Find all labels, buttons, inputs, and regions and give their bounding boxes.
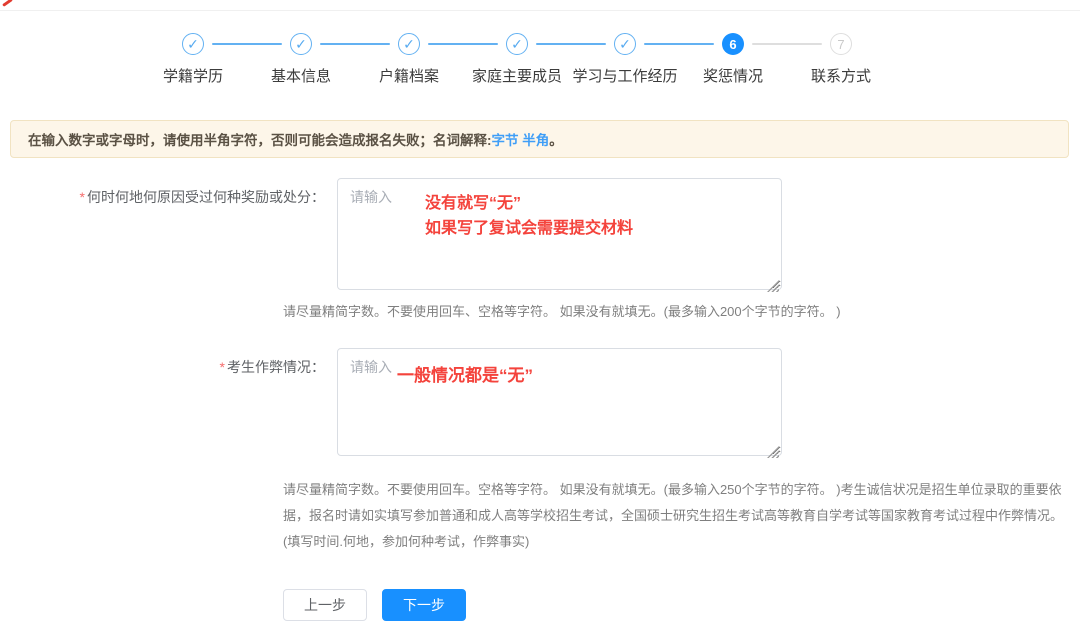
step-label: 学籍学历 bbox=[163, 65, 223, 86]
stepper-step-7[interactable]: 7 联系方式 bbox=[787, 33, 895, 86]
next-step-button[interactable]: 下一步 bbox=[382, 589, 466, 621]
top-divider bbox=[0, 10, 1080, 11]
check-icon: ✓ bbox=[506, 33, 528, 55]
stepper-step-1[interactable]: ✓ 学籍学历 bbox=[139, 33, 247, 86]
step-connector bbox=[536, 43, 606, 45]
step-label: 基本信息 bbox=[271, 65, 331, 86]
step-connector bbox=[320, 43, 390, 45]
cheating-record-textarea[interactable] bbox=[337, 348, 782, 456]
glossary-link-byte[interactable]: 字节 bbox=[492, 129, 519, 149]
field-row-cheating-record: *考生作弊情况： 一般情况都是“无” bbox=[0, 348, 782, 461]
notice-text: 在输入数字或字母时，请使用半角字符，否则可能会造成报名失败；名词解释: bbox=[28, 129, 492, 149]
step-label: 学习与工作经历 bbox=[572, 65, 677, 86]
field-row-rewards-punishments: *何时何地何原因受过何种奖励或处分： 没有就写“无” 如果写了复试会需要提交材料 bbox=[0, 178, 782, 295]
step-label: 奖惩情况 bbox=[703, 65, 763, 86]
rewards-punishments-textarea[interactable] bbox=[337, 178, 782, 290]
step-connector bbox=[212, 43, 282, 45]
notice-text-end: 。 bbox=[549, 129, 563, 149]
step-connector bbox=[428, 43, 498, 45]
step-label: 联系方式 bbox=[811, 65, 871, 86]
step-number: 6 bbox=[722, 33, 744, 55]
required-asterisk: * bbox=[220, 359, 225, 375]
field-help-text: 请尽量精简字数。不要使用回车、空格等字符。 如果没有就填无。(最多输入200个字… bbox=[283, 299, 983, 325]
check-icon: ✓ bbox=[290, 33, 312, 55]
required-asterisk: * bbox=[80, 189, 85, 205]
glossary-link-halfwidth[interactable]: 半角 bbox=[522, 129, 549, 149]
field-label: *考生作弊情况： bbox=[0, 348, 333, 461]
field-help-text: 请尽量精简字数。不要使用回车。空格等字符。 如果没有就填无。(最多输入250个字… bbox=[283, 477, 1071, 555]
step-number: 7 bbox=[830, 33, 852, 55]
wizard-nav-buttons: 上一步 下一步 bbox=[283, 589, 466, 621]
field-label: *何时何地何原因受过何种奖励或处分： bbox=[0, 178, 333, 295]
stepper-step-3[interactable]: ✓ 户籍档案 bbox=[355, 33, 463, 86]
step-connector bbox=[644, 43, 714, 45]
check-icon: ✓ bbox=[398, 33, 420, 55]
stepper-step-4[interactable]: ✓ 家庭主要成员 bbox=[463, 33, 571, 86]
check-icon: ✓ bbox=[182, 33, 204, 55]
step-label: 家庭主要成员 bbox=[472, 65, 562, 86]
stepper-step-6-current[interactable]: 6 奖惩情况 bbox=[679, 33, 787, 86]
wizard-stepper: ✓ 学籍学历 ✓ 基本信息 ✓ 户籍档案 ✓ 家庭主要成员 ✓ 学习与工作经历 … bbox=[139, 33, 895, 86]
previous-step-button[interactable]: 上一步 bbox=[283, 589, 367, 621]
stepper-step-5[interactable]: ✓ 学习与工作经历 bbox=[571, 33, 679, 86]
stepper-step-2[interactable]: ✓ 基本信息 bbox=[247, 33, 355, 86]
step-label: 户籍档案 bbox=[379, 65, 439, 86]
red-tick-mark bbox=[2, 0, 13, 7]
step-connector bbox=[752, 43, 822, 45]
check-icon: ✓ bbox=[614, 33, 636, 55]
halfwidth-warning-banner: 在输入数字或字母时，请使用半角字符，否则可能会造成报名失败；名词解释: 字节 半… bbox=[10, 120, 1069, 158]
